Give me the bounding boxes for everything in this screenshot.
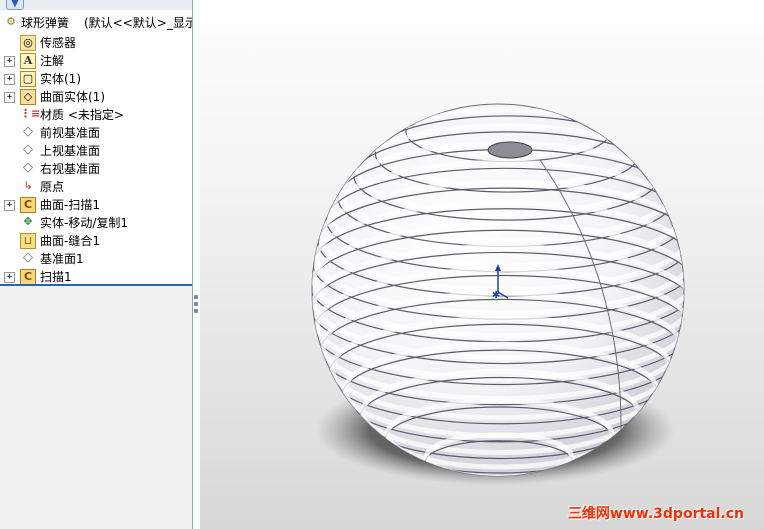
tree-item-label: 实体-移动/复制1 [40,216,129,230]
plane-icon: ◇ [23,250,33,265]
tree-item[interactable]: + ◇ 曲面实体(1) [0,88,192,106]
part-configuration: (默认<<默认>_显示状 [84,16,192,30]
tree-item-label: 曲面-缝合1 [40,234,100,248]
tree-item[interactable]: ↳ 原点 [0,178,192,196]
plane-icon: ◇ [23,124,33,139]
part-name: 球形弹簧 [21,16,70,30]
tree-item[interactable]: + C 曲面-扫描1 [0,196,192,214]
tree-item-label: 右视基准面 [40,162,101,176]
material-icon: ⋮≡ [20,107,41,120]
origin-icon: ↳ [23,179,33,192]
sweep-icon: C [20,197,36,213]
tree-item-label: 材质 <未指定> [40,108,124,122]
panel-empty-area [0,284,192,529]
tree-item-label: 原点 [40,180,65,194]
surface-body-icon: ◇ [20,89,36,105]
tree-item[interactable]: ⋮≡ 材质 <未指定> [0,106,192,124]
panel-splitter-handle[interactable] [192,292,200,322]
knit-icon: ⊔ [20,233,36,249]
tree-item-label: 实体(1) [40,72,81,86]
tree-item-label: 注解 [40,54,65,68]
plane-icon: ◇ [23,160,33,175]
tree-item-label: 基准面1 [40,252,84,266]
graphics-viewport[interactable]: ✱ 三维网www.3dportal.cn [200,0,764,529]
tree-item[interactable]: ◇ 上视基准面 [0,142,192,160]
spring-top-opening [487,141,533,159]
filter-bar: ▼ [0,0,192,10]
tree-item[interactable]: + A 注解 [0,52,192,70]
tree-item-label: 传感器 [40,36,77,50]
tree-root-part[interactable]: ⚙ 球形弹簧 (默认<<默认>_显示状 [0,14,192,32]
svg-text:✱: ✱ [492,290,500,301]
feature-manager-tree: ▼ ⚙ 球形弹簧 (默认<<默认>_显示状 ◎ 传感器 + A 注解 + ▢ 实体(1) + ◇ 曲… [0,0,193,529]
tree-item-label: 前视基准面 [40,126,101,140]
move-copy-icon: ✥ [23,215,33,228]
site-watermark: 三维网www.3dportal.cn [567,506,744,522]
plane-icon: ◇ [23,142,33,157]
solid-body-icon: ▢ [20,71,36,87]
expand-toggle-icon[interactable]: + [4,56,15,67]
tree-item[interactable]: ⊔ 曲面-缝合1 [0,232,192,250]
feature-tree: ⚙ 球形弹簧 (默认<<默认>_显示状 ◎ 传感器 + A 注解 + ▢ 实体(1) + ◇ 曲面实… [0,10,192,285]
tree-item[interactable]: ◎ 传感器 [0,34,192,52]
part-icon: ⚙ [6,15,16,28]
tree-item[interactable]: + ▢ 实体(1) [0,70,192,88]
tree-item[interactable]: ✥ 实体-移动/复制1 [0,214,192,232]
tree-item-label: 曲面实体(1) [40,90,105,104]
annotation-icon: A [20,53,36,69]
sweep-icon: C [20,269,36,285]
expand-toggle-icon[interactable]: + [4,74,15,85]
model-view: ✱ [311,103,685,485]
expand-toggle-icon[interactable]: + [4,200,15,211]
tree-item[interactable]: ◇ 基准面1 [0,250,192,268]
tree-item-label: 曲面-扫描1 [40,198,100,212]
tree-item[interactable]: ◇ 右视基准面 [0,160,192,178]
tree-item[interactable]: ◇ 前视基准面 [0,124,192,142]
expand-toggle-icon[interactable]: + [4,92,15,103]
filter-icon[interactable]: ▼ [6,0,24,10]
expand-toggle-icon[interactable]: + [4,272,15,283]
sensor-icon: ◎ [20,35,36,51]
tree-item-label: 上视基准面 [40,144,101,158]
